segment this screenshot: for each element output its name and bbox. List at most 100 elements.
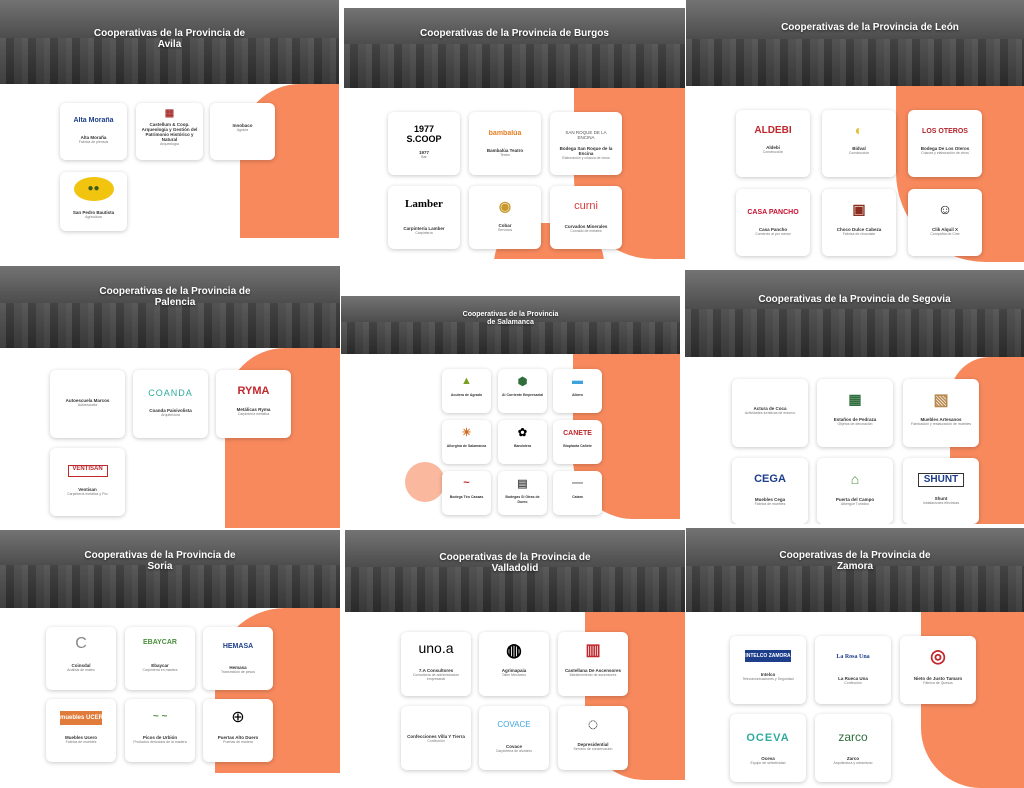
company-desc: Fábrica de muebles [754, 502, 786, 506]
company-card[interactable]: ☺ Clik Alquil X Compañía de Cine [908, 189, 982, 256]
company-desc: Carpintería en madera [142, 668, 178, 672]
company-card[interactable]: Alta Moraña Alta Moraña Fabrica de piens… [60, 103, 127, 160]
company-card[interactable]: ALDEBI Aldebi Construcción [736, 110, 810, 177]
company-card[interactable]: Autoescuela Marcos Autoescuela [50, 370, 125, 438]
company-card[interactable]: RYMA Metálicas Ryma Carpintería metálica [216, 370, 291, 438]
company-card[interactable]: ✿ Bandolera [498, 420, 547, 464]
company-card[interactable]: LOS OTEROS Bodega De Los Oteros Crianza … [908, 110, 982, 177]
panel-segovia: Cooperativas de la Provincia de Segovia … [685, 270, 1024, 524]
company-card[interactable]: ◍ Agrimapaia Taller Mecánico [479, 632, 549, 696]
company-card[interactable]: ⬢ Al Corriente Empresarial [498, 369, 547, 413]
company-desc: Teatro [500, 153, 510, 157]
banner-segovia [685, 270, 1024, 357]
company-card[interactable]: ▲ Acutera de Agrado [442, 369, 491, 413]
company-desc: Confección [844, 681, 862, 685]
company-card[interactable]: ◐ Bidval Construcción [822, 110, 896, 177]
panel-title: Cooperativas de la Provincia de León [781, 22, 959, 33]
company-card[interactable]: — Catam [553, 471, 602, 515]
company-card[interactable]: ⌂ Puerta del Campo Albergue Turístico [817, 458, 893, 524]
company-card[interactable]: HEMASA Hemasa Transmisión de pesos [203, 627, 273, 690]
company-card[interactable]: 1977 S.COOP 1977 Bar [388, 112, 460, 175]
company-logo: 1977 S.COOP [406, 124, 442, 144]
company-card[interactable]: ▦ Estaños de Pedraza Objetos de decoraci… [817, 379, 893, 447]
company-logo: zarco [838, 730, 868, 744]
company-logo: ~ [463, 477, 470, 489]
company-card[interactable]: INTELCO ZAMORA Intelco Telecomunicacione… [730, 636, 806, 704]
panel-title: Cooperativas de la Provincia de Soria [84, 550, 236, 572]
company-name: Bodegas Si Otras de Duero [505, 495, 540, 504]
company-card[interactable]: Innobaco Agraria [210, 103, 275, 160]
company-card[interactable]: ▦ Castellum & Coop. Arqueología y Gestió… [136, 103, 203, 160]
company-card[interactable]: SAN ROQUE DE LA ENCINA Bodega San Roque … [550, 112, 622, 175]
company-logo: ✿ [517, 427, 528, 439]
company-logo: Alta Moraña [73, 117, 114, 124]
company-desc: Fabrica de piensos [78, 140, 109, 144]
company-card[interactable]: SHUNT Shunt Instalaciones eléctricas [903, 458, 979, 524]
company-card[interactable]: ☀ Ailorgina de Salamanca [442, 420, 491, 464]
company-desc: Arquitectura y urbanismo [833, 761, 873, 765]
company-card[interactable]: Confecciones Villa Y Tierra Confección [401, 706, 471, 770]
company-card[interactable]: ◉ Cobar Servicios [469, 186, 541, 249]
company-logo: Lamber [405, 198, 443, 210]
company-card[interactable]: ▥ Castellana De Ascensores Mantenimiento… [558, 632, 628, 696]
company-logo: EBAYCAR [143, 639, 177, 646]
company-logo: ▬ [572, 375, 583, 387]
company-card[interactable]: COANDA Coanda Paisivolista Arquitectura [133, 370, 208, 438]
company-card[interactable]: La Rosa Una La Rueca Una Confección [815, 636, 891, 704]
company-card[interactable]: ▣ Choco Dulce Cabeza Fábrica de chocolat… [822, 189, 896, 256]
company-desc: Consultoría de administración empresaria… [412, 673, 460, 681]
company-desc: Servicios [497, 228, 513, 232]
company-card[interactable]: Actura de Coca Actividades turísticas de… [732, 379, 808, 447]
company-card[interactable]: ▧ Muebles Artesanos Fabricación y restau… [903, 379, 979, 447]
company-name: Bandolera [513, 444, 532, 448]
company-logo: SHUNT [918, 473, 964, 487]
company-card[interactable]: ▤ Bodegas Si Otras de Duero [498, 471, 547, 515]
company-logo: ▧ [933, 392, 949, 409]
company-logo: ▥ [585, 642, 601, 659]
company-card[interactable]: ~ Bodega Tiro Casaas [442, 471, 491, 515]
company-logo: ⊕ [231, 709, 245, 726]
company-logo: RYMA [237, 385, 270, 397]
company-logo: ALDEBI [754, 125, 792, 136]
company-card[interactable]: C Coinsdal Análisis de mateo [46, 627, 116, 690]
company-logo: INTELCO ZAMORA [745, 650, 791, 662]
company-card[interactable]: EBAYCAR Ebaycar Carpintería en madera [125, 627, 195, 690]
company-logo: muebles UCERO [60, 711, 102, 725]
company-logo: CAÑETE [563, 430, 592, 437]
company-logo [210, 113, 275, 123]
company-card[interactable]: Lamber Carpintería Lamber Carpintería [388, 186, 460, 249]
company-card[interactable]: zarco Zarco Arquitectura y urbanismo [815, 714, 891, 782]
company-card[interactable]: VENTISAN Ventisan Carpintería metálica y… [50, 448, 125, 516]
company-name: Castellum & Coop. Arqueología y Gestión … [141, 122, 198, 142]
company-card[interactable]: ◌ Depresidential Servicio de conservació… [558, 706, 628, 770]
company-logo: ◍ [506, 640, 522, 660]
company-desc: Instalaciones eléctricas [922, 501, 960, 505]
company-name: Bodega San Roque de la Encina [559, 146, 613, 156]
company-logo: CEGA [754, 473, 786, 485]
company-card[interactable]: COVACE Covace Carpintería de aluminio [479, 706, 549, 770]
company-card[interactable]: ●● San Pedro Bautista Agricultura [60, 172, 127, 231]
company-logo: CASA PANCHO [747, 209, 799, 216]
company-logo: ◐ [854, 122, 864, 138]
company-desc: Albergue Turístico [840, 502, 870, 506]
company-card[interactable]: bambalúa Bambalúa Teatro Teatro [469, 112, 541, 175]
company-name: Al Corriente Empresarial [501, 393, 544, 397]
company-logo: ◎ [930, 646, 946, 666]
company-desc: Elaboración y crianza de vinos [562, 156, 610, 160]
company-logo: ⌂ [850, 471, 860, 487]
company-card[interactable]: OCEVA Oceva Equipo de selectividad [730, 714, 806, 782]
company-card[interactable]: uno.a 7.A Consultores Consultoría de adm… [401, 632, 471, 696]
company-card[interactable]: ⊕ Puertas Alto Duero Puertas de madera [203, 699, 273, 762]
company-card[interactable]: ▬ Albero [553, 369, 602, 413]
company-card[interactable]: muebles UCERO Muebles Ucero Fabrica de m… [46, 699, 116, 762]
panel-zamora: Cooperativas de la Provincia de Zamora I… [686, 528, 1024, 788]
company-desc: Autoescuela [77, 403, 98, 407]
company-card[interactable]: curni Curvados Minerales Curvado de meta… [550, 186, 622, 249]
company-card[interactable]: ◎ Nieto de Justo Tamaro Fábrica de Queso… [900, 636, 976, 704]
company-card[interactable]: CEGA Muebles Cega Fábrica de muebles [732, 458, 808, 524]
company-logo: bambalúa [488, 130, 522, 137]
company-card[interactable]: CASA PANCHO Casa Pancho Comercio al por … [736, 189, 810, 256]
company-card[interactable]: ~ ~ Picos de Urbión Productos derivados … [125, 699, 195, 762]
company-logo: ☺ [937, 201, 953, 217]
company-card[interactable]: CAÑETE Bioplanta Cañete [553, 420, 602, 464]
